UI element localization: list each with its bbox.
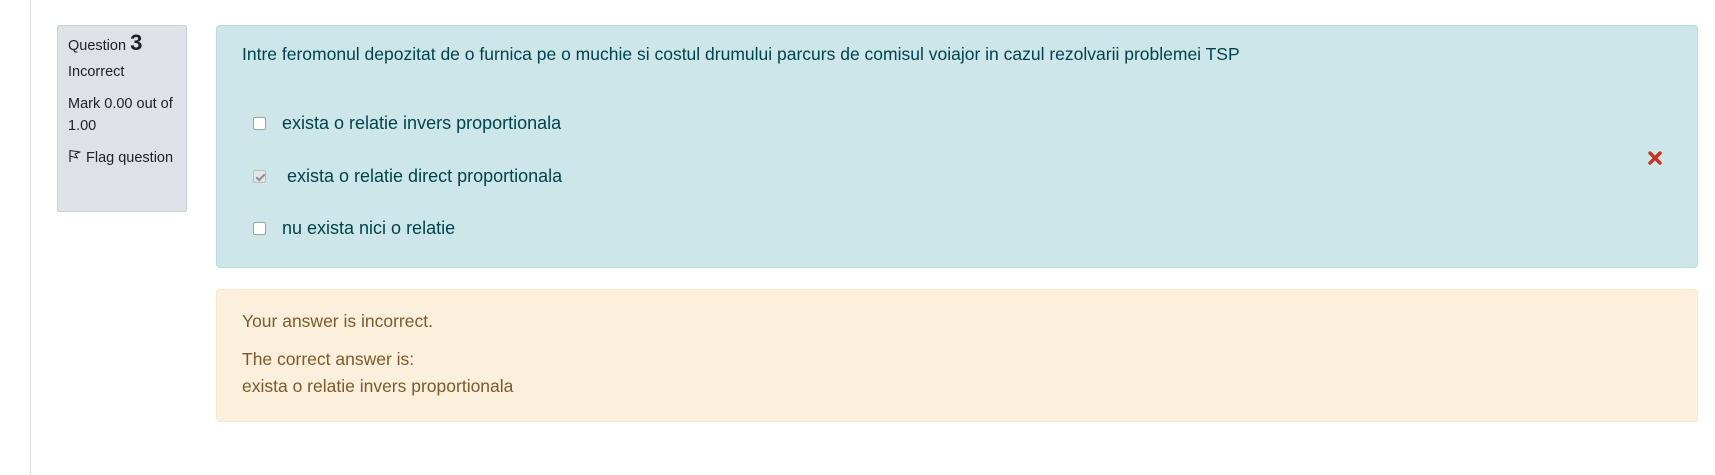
feedback-panel: Your answer is incorrect. The correct an… [216,289,1698,422]
question-text: Intre feromonul depozitat de o furnica p… [242,44,1240,64]
answer-label-3: nu exista nici o relatie [282,217,456,238]
answer-option-3[interactable]: nu exista nici o relatie [253,215,455,241]
incorrect-icon [1648,151,1662,165]
flag-question-toggle[interactable]: Flag question [68,147,176,169]
correct-answer-text: exista o relatie invers proportionala [242,376,514,396]
feedback-result: Your answer is incorrect. [242,311,433,331]
question-state: Incorrect [68,64,125,80]
flag-question-label: Flag question [86,150,174,166]
answer-checkbox-1[interactable] [253,116,266,130]
answer-option-1[interactable]: exista o relatie invers proportionala [253,110,561,136]
flag-icon [69,150,81,162]
answer-checkbox-2[interactable] [253,169,266,183]
answer-option-2[interactable]: exista o relatie direct proportionala [253,163,562,189]
answer-label-2: exista o relatie direct proportionala [287,165,563,186]
page-left-border [30,0,31,475]
question-number-heading: Question 3 [68,32,176,57]
question-number: 3 [130,30,143,55]
quiz-review-page: Question 3 Incorrect Mark 0.00 out of 1.… [0,0,1715,475]
question-formulation: Intre feromonul depozitat de o furnica p… [216,25,1698,268]
answer-label-1: exista o relatie invers proportionala [282,112,562,133]
correct-answer-intro: The correct answer is: [242,349,415,369]
question-label: Question [68,38,127,54]
question-info-panel: Question 3 Incorrect Mark 0.00 out of 1.… [57,25,187,212]
question-grade: Mark 0.00 out of 1.00 [68,96,173,134]
answer-checkbox-3[interactable] [253,221,266,235]
